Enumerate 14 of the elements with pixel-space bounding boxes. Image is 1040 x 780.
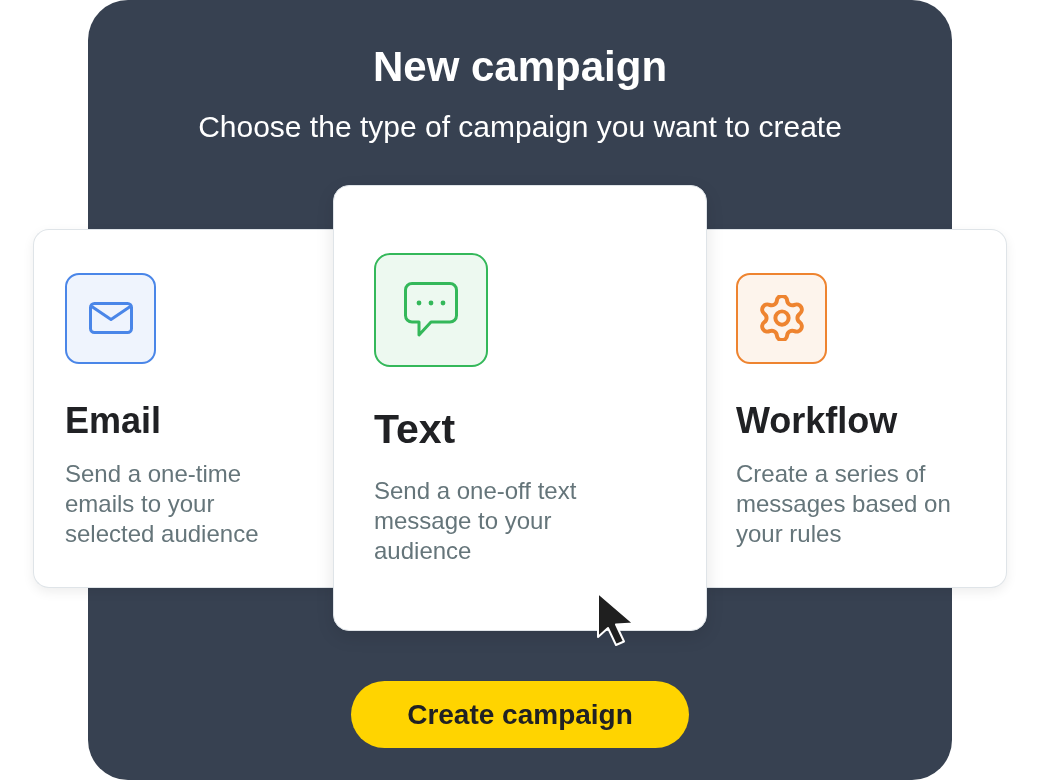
campaign-type-card[interactable]: Workflow Create a series of messages based on your rules: [707, 228, 1007, 588]
envelope-icon: [88, 302, 133, 334]
card-title: Text: [374, 405, 456, 454]
card-title: Workflow: [736, 398, 898, 443]
card-description: Send a one-time emails to your selected audience: [65, 458, 260, 549]
gear-icon: [758, 295, 805, 341]
card-description: Send a one-off text message to your audience: [374, 476, 578, 566]
campaign-type-card[interactable]: Email Send a one-time emails to your selected audience: [33, 228, 333, 588]
dialog-title: New campaign: [372, 42, 668, 92]
create-campaign-button[interactable]: Create campaign: [351, 681, 689, 748]
card-title: Email: [65, 398, 162, 443]
dialog-subtitle: Choose the type of campaign you want to create: [198, 109, 842, 145]
card-description: Create a series of messages based on your rules: [736, 458, 952, 549]
chat-bubble-icon: [404, 282, 458, 338]
